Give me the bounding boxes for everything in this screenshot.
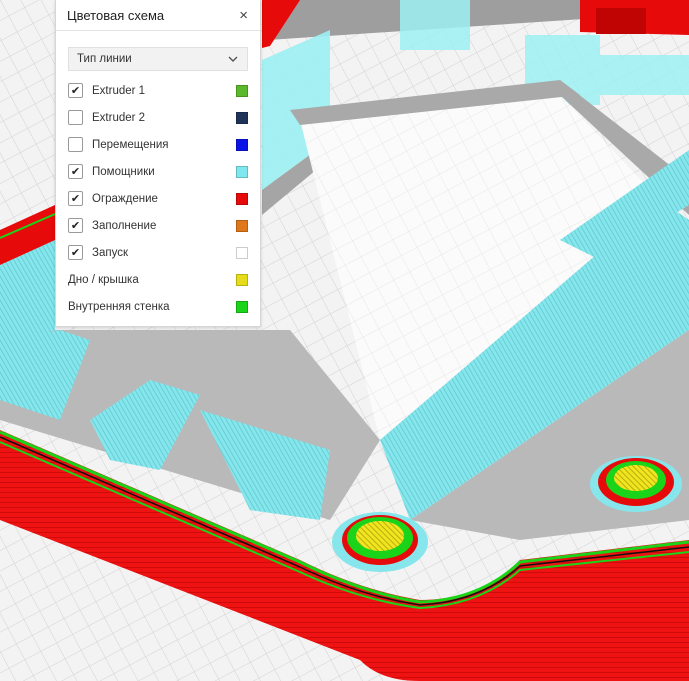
top-cyan-blocks [400,0,470,50]
legend-item[interactable]: ✔ Extruder 1 [68,77,248,104]
screw-post-right [590,456,682,512]
color-scheme-panel: Цветовая схема × Тип линии ✔ Extruder 1 Ex… [55,0,261,327]
legend-item: Дно / крышка [68,266,248,293]
checkbox-checked[interactable]: ✔ [68,164,83,179]
color-swatch [236,219,248,232]
legend-item-label: Ограждение [92,192,158,205]
legend-item-label: Дно / крышка [68,273,139,286]
legend-item-label: Заполнение [92,219,157,232]
color-swatch [236,165,248,178]
screw-post-left [332,512,428,572]
checkbox-unchecked[interactable] [68,137,83,152]
legend-item-label: Extruder 1 [92,84,146,97]
legend-item[interactable]: Extruder 2 [68,104,248,131]
legend-item-label: Extruder 2 [92,111,146,124]
legend-item[interactable]: ✔ Помощники [68,158,248,185]
color-swatch [236,84,248,97]
color-swatch [236,246,248,259]
color-swatch [236,273,248,286]
dropdown-selected: Тип линии [77,53,132,65]
checkbox-checked[interactable]: ✔ [68,83,83,98]
color-swatch [236,138,248,151]
close-icon[interactable]: × [239,8,248,23]
legend-item[interactable]: ✔ Ограждение [68,185,248,212]
color-swatch [236,300,248,313]
checkbox-checked[interactable]: ✔ [68,245,83,260]
legend-item[interactable]: ✔ Запуск [68,239,248,266]
checkbox-checked[interactable]: ✔ [68,191,83,206]
legend-item-label: Помощники [92,165,155,178]
legend-item-label: Внутренняя стенка [68,300,170,313]
color-swatch [236,111,248,124]
legend-item-label: Запуск [92,246,128,259]
legend-list: ✔ Extruder 1 Extruder 2 Перемещения ✔ Помощни… [56,77,260,320]
panel-header: Цветовая схема × [56,0,260,31]
legend-item[interactable]: ✔ Заполнение [68,212,248,239]
chevron-down-icon [228,56,238,62]
shell-top-right-dark [596,8,646,34]
checkbox-unchecked[interactable] [68,110,83,125]
top-cyan-blocks-3 [600,55,689,95]
legend-item-label: Перемещения [92,138,169,151]
line-type-dropdown[interactable]: Тип линии [68,47,248,71]
legend-item[interactable]: Перемещения [68,131,248,158]
legend-item: Внутренняя стенка [68,293,248,320]
checkbox-checked[interactable]: ✔ [68,218,83,233]
panel-title: Цветовая схема [67,7,165,23]
color-swatch [236,192,248,205]
